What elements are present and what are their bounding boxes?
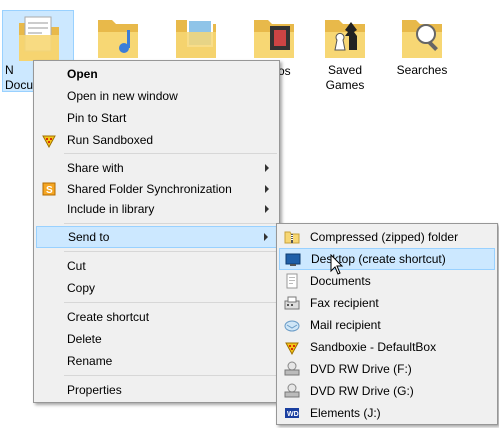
menu-separator bbox=[64, 153, 277, 154]
sendto-documents[interactable]: Documents bbox=[279, 270, 495, 292]
documents-icon bbox=[286, 273, 298, 289]
menu-separator bbox=[64, 375, 277, 376]
menu-separator bbox=[64, 223, 277, 224]
dvd-drive-icon bbox=[284, 383, 300, 398]
folder-videos-label: os bbox=[278, 64, 291, 78]
sendto-dvd-g[interactable]: DVD RW Drive (G:) bbox=[279, 380, 495, 402]
send-to-submenu: Compressed (zipped) folder Desktop (crea… bbox=[276, 223, 498, 425]
sendto-fax[interactable]: Fax recipient bbox=[279, 292, 495, 314]
menu-shared-folder-sync[interactable]: S Shared Folder Synchronization bbox=[36, 178, 277, 200]
dvd-drive-icon bbox=[284, 361, 300, 376]
menu-delete[interactable]: Delete bbox=[36, 328, 277, 350]
folder-searches-label: Searches bbox=[396, 63, 448, 77]
mouse-pointer-icon bbox=[330, 254, 344, 275]
menu-open-new-window[interactable]: Open in new window bbox=[36, 85, 277, 107]
shared-folder-sync-icon: S bbox=[42, 182, 56, 196]
desktop-icon bbox=[285, 253, 301, 266]
mail-icon bbox=[284, 320, 300, 332]
fax-icon bbox=[284, 296, 300, 310]
menu-cut[interactable]: Cut bbox=[36, 255, 277, 277]
menu-properties[interactable]: Properties bbox=[36, 379, 277, 401]
folder-saved-games-label: Saved Games bbox=[325, 63, 365, 92]
wd-drive-icon: WD bbox=[285, 408, 299, 418]
svg-text:WD: WD bbox=[287, 411, 299, 418]
sendto-desktop[interactable]: Desktop (create shortcut) bbox=[279, 248, 495, 270]
submenu-arrow-icon bbox=[265, 205, 269, 213]
folder-pictures-icon bbox=[176, 19, 216, 58]
menu-rename[interactable]: Rename bbox=[36, 350, 277, 372]
menu-pin-to-start[interactable]: Pin to Start bbox=[36, 107, 277, 129]
menu-copy[interactable]: Copy bbox=[36, 277, 277, 299]
folder-documents-icon bbox=[19, 16, 59, 61]
svg-text:S: S bbox=[46, 185, 53, 196]
zip-folder-icon bbox=[284, 231, 300, 244]
sandboxie-icon bbox=[285, 342, 299, 355]
menu-include-in-library[interactable]: Include in library bbox=[36, 198, 277, 220]
folder-searches[interactable]: Searches bbox=[386, 8, 458, 98]
folder-saved-games-icon bbox=[325, 20, 365, 58]
menu-share-with[interactable]: Share with bbox=[36, 157, 277, 179]
sendto-mail[interactable]: Mail recipient bbox=[279, 314, 495, 336]
submenu-arrow-icon bbox=[265, 164, 269, 172]
menu-separator bbox=[64, 302, 277, 303]
menu-separator bbox=[64, 251, 277, 252]
menu-run-sandboxed[interactable]: Run Sandboxed bbox=[36, 129, 277, 151]
menu-open[interactable]: Open bbox=[36, 63, 277, 85]
folder-saved-games[interactable]: Saved Games bbox=[309, 8, 381, 98]
submenu-arrow-icon bbox=[264, 233, 268, 241]
sandboxie-icon bbox=[42, 135, 56, 148]
menu-send-to[interactable]: Send to bbox=[36, 226, 277, 248]
sendto-sandboxie[interactable]: Sandboxie - DefaultBox bbox=[279, 336, 495, 358]
menu-create-shortcut[interactable]: Create shortcut bbox=[36, 306, 277, 328]
folder-music-icon bbox=[98, 20, 138, 58]
submenu-arrow-icon bbox=[265, 185, 269, 193]
sendto-elements[interactable]: WD Elements (J:) bbox=[279, 402, 495, 424]
folder-searches-icon bbox=[402, 20, 442, 58]
context-menu: Open Open in new window Pin to Start Run… bbox=[33, 60, 280, 403]
folder-videos-icon bbox=[254, 20, 294, 58]
sendto-dvd-f[interactable]: DVD RW Drive (F:) bbox=[279, 358, 495, 380]
sendto-compressed-folder[interactable]: Compressed (zipped) folder bbox=[279, 226, 495, 248]
